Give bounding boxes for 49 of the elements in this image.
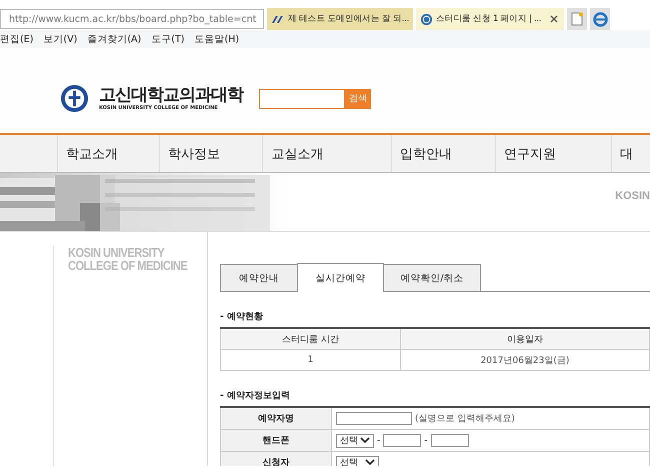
logo-title: 고신대학교의과대학 [99,86,243,104]
search-field[interactable] [259,88,345,108]
input-field[interactable] [336,412,412,425]
globe-icon [420,12,433,26]
column-header: 이용일자 [400,328,650,350]
nav-item[interactable]: 입학안내 [400,144,452,162]
nav-item[interactable]: 학사정보 [168,144,220,162]
banner-text: KOSIN [615,190,650,202]
nav-item[interactable]: 교실소개 [271,144,324,162]
address-text: http://www.kucm.ac.kr/bbs/board.php?bo_table=cnt [9,14,256,24]
menu-item[interactable]: 즐겨찾기(A) [87,32,142,46]
field-label: 핸드폰 [220,430,332,452]
nav-item[interactable]: 대 [620,144,633,162]
menu-item[interactable]: 도움말(H) [194,32,240,46]
browser-tab[interactable]: 스터디룸 신청 1 페이지 | ... [416,8,564,30]
chevron-down-icon [365,459,375,466]
section-heading: - 예약현황 [220,311,264,324]
sidebar-title: KOSIN UNIVERSITY [68,246,166,259]
table-cell: 1 [220,350,400,370]
new-tab-icon[interactable] [571,12,583,26]
separator-text: - [377,436,380,446]
address-bar[interactable]: http://www.kucm.ac.kr/bbs/board.php?bo_table=cnt [0,9,264,29]
nav-item[interactable]: 연구지원 [504,144,556,162]
menu-item[interactable]: 보기(V) [43,32,78,46]
browser-tab[interactable]: 제 테스트 도메인에서는 잘 되... [267,8,413,30]
menu-item[interactable]: 편집(E) [0,32,34,46]
hint-text: (실명으로 입력해주세요) [415,413,515,425]
tab[interactable]: 실시간예약 [297,263,384,292]
separator-text: - [424,436,428,446]
tab[interactable]: 예약안내 [220,264,298,291]
nav-item[interactable]: 학교소개 [66,144,118,162]
university-emblem-icon [60,84,89,113]
field-label: 예약자명 [220,407,332,430]
input-field[interactable] [430,434,468,447]
browser-logo-icon[interactable] [592,12,608,26]
input-field[interactable] [383,434,422,447]
tab-title: 스터디룸 신청 1 페이지 | ... [436,13,542,25]
tab-title: 제 테스트 도메인에서는 잘 되... [288,13,409,25]
close-icon[interactable] [550,15,558,23]
chevron-down-icon [360,437,370,444]
menu-item[interactable]: 도구(T) [151,32,184,46]
site-icon [271,14,285,24]
sidebar-title: COLLEGE OF MEDICINE [68,259,186,272]
tab[interactable]: 예약확인/취소 [383,264,481,291]
select-dropdown[interactable]: 선택 [336,456,379,466]
section-heading: - 예약자정보입력 [220,390,291,403]
column-header: 스터디룸 시간 [220,328,400,350]
select-dropdown[interactable]: 선택 [336,434,374,448]
table-cell: 2017년06월23일(금) [400,350,650,370]
